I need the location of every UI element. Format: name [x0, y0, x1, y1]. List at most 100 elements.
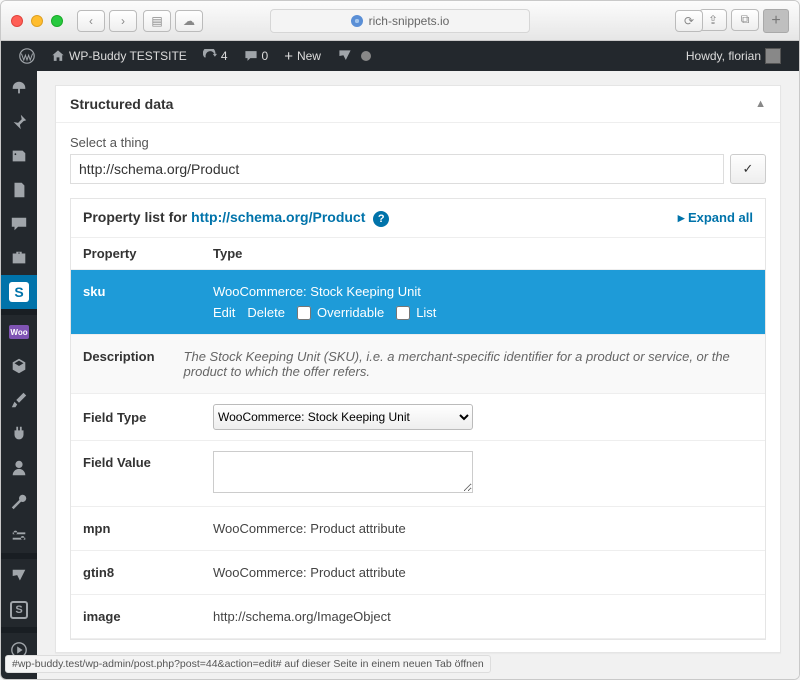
dashboard-icon	[10, 79, 28, 97]
property-list-header: Property list for http://schema.org/Prod…	[71, 199, 765, 238]
sidebar-item-users[interactable]	[1, 451, 37, 485]
field-type-select[interactable]: WooCommerce: Stock Keeping Unit	[213, 404, 473, 430]
delete-action[interactable]: Delete	[247, 305, 285, 320]
pages-icon	[10, 181, 28, 199]
sidebar-item-settings[interactable]	[1, 519, 37, 553]
briefcase-icon	[10, 249, 28, 267]
wp-logo[interactable]	[11, 41, 43, 71]
active-type-label: WooCommerce: Stock Keeping Unit	[213, 284, 753, 299]
sidebar-item-plugins[interactable]	[1, 417, 37, 451]
property-columns: Property Type	[71, 238, 765, 270]
edit-action[interactable]: Edit	[213, 305, 235, 320]
yoast-indicator[interactable]	[329, 41, 379, 71]
media-icon	[10, 147, 28, 165]
url-host: rich-snippets.io	[369, 14, 450, 28]
browser-titlebar: ‹ › ▤ ☁ rich-snippets.io ⟳ ⇪ ⧉ +	[1, 1, 799, 41]
property-type: http://schema.org/ImageObject	[213, 609, 753, 624]
tabs-button[interactable]: ⧉	[731, 9, 759, 31]
postbox-header[interactable]: Structured data ▲	[56, 86, 780, 123]
cloud-button[interactable]: ☁	[175, 10, 203, 32]
sidebar-item-cube[interactable]	[1, 349, 37, 383]
site-name-link[interactable]: WP-Buddy TESTSITE	[43, 41, 195, 71]
avatar	[765, 48, 781, 64]
field-type-row: Field Type WooCommerce: Stock Keeping Un…	[71, 394, 765, 441]
description-text: The Stock Keeping Unit (SKU), i.e. a mer…	[184, 349, 753, 379]
sidebar-item-media[interactable]	[1, 139, 37, 173]
sidebar-item-active-s[interactable]: S	[1, 275, 37, 309]
updates-count: 4	[221, 49, 228, 63]
my-account[interactable]: Howdy, florian	[678, 41, 789, 71]
description-label: Description	[83, 349, 184, 379]
description-row: Description The Stock Keeping Unit (SKU)…	[71, 335, 765, 394]
close-window-button[interactable]	[11, 15, 23, 27]
property-type: WooCommerce: Product attribute	[213, 521, 753, 536]
browser-status-bar: #wp-buddy.test/wp-admin/post.php?post=44…	[5, 655, 491, 673]
pin-icon	[10, 113, 28, 131]
back-button[interactable]: ‹	[77, 10, 105, 32]
active-property-name: sku	[83, 284, 213, 320]
woo-icon: Woo	[9, 325, 29, 339]
sidebar-item-comments[interactable]	[1, 207, 37, 241]
expand-all-button[interactable]: ▸ Expand all	[678, 210, 753, 226]
new-label: New	[297, 49, 321, 63]
main-content: Structured data ▲ Select a thing ✓	[37, 71, 799, 679]
plus-icon: +	[284, 48, 293, 65]
property-row[interactable]: gtin8WooCommerce: Product attribute	[71, 551, 765, 595]
sidebar-item-s2[interactable]: S	[1, 593, 37, 627]
field-type-label: Field Type	[83, 410, 213, 425]
users-icon	[10, 459, 28, 477]
caret-right-icon: ▸	[678, 210, 688, 225]
field-value-row: Field Value	[71, 441, 765, 507]
collapse-icon[interactable]: ▲	[755, 98, 766, 110]
settings-icon	[10, 527, 28, 545]
site-name: WP-Buddy TESTSITE	[69, 49, 187, 63]
address-bar[interactable]: rich-snippets.io	[270, 9, 530, 33]
sidebar-item-tools[interactable]	[1, 485, 37, 519]
schema-link[interactable]: http://schema.org/Product	[191, 209, 365, 225]
cube-icon	[10, 357, 28, 375]
minimize-window-button[interactable]	[31, 15, 43, 27]
updates-link[interactable]: 4	[195, 41, 236, 71]
globe-icon	[351, 15, 363, 27]
sidebar-item-pages[interactable]	[1, 173, 37, 207]
new-content-link[interactable]: + New	[276, 41, 329, 71]
select-thing-label: Select a thing	[70, 135, 766, 150]
zoom-window-button[interactable]	[51, 15, 63, 27]
property-list: Property list for http://schema.org/Prod…	[70, 198, 766, 640]
s2-icon: S	[10, 601, 28, 619]
wp-admin-sidebar: S Woo S	[1, 71, 37, 679]
property-name: mpn	[83, 521, 213, 536]
sidebar-item-y[interactable]	[1, 559, 37, 593]
sidebar-item-dashboard[interactable]	[1, 71, 37, 105]
sidebar-item-briefcase[interactable]	[1, 241, 37, 275]
col-property: Property	[83, 246, 213, 261]
list-checkbox[interactable]: List	[396, 305, 436, 320]
comments-count: 0	[262, 49, 269, 63]
property-row[interactable]: mpnWooCommerce: Product attribute	[71, 507, 765, 551]
property-row-active[interactable]: sku WooCommerce: Stock Keeping Unit Edit…	[71, 270, 765, 335]
wp-admin-bar: WP-Buddy TESTSITE 4 0 + New Howdy, flori…	[1, 41, 799, 71]
comments-link[interactable]: 0	[236, 41, 277, 71]
sidebar-item-woo[interactable]: Woo	[1, 315, 37, 349]
new-tab-button[interactable]: +	[763, 9, 789, 33]
active-s-icon: S	[9, 282, 29, 302]
col-type: Type	[213, 246, 242, 261]
sidebar-item-brush[interactable]	[1, 383, 37, 417]
property-row[interactable]: imagehttp://schema.org/ImageObject	[71, 595, 765, 639]
tools-icon	[10, 493, 28, 511]
check-icon: ✓	[743, 161, 754, 177]
overridable-checkbox[interactable]: Overridable	[297, 305, 384, 320]
sidebar-item-pin[interactable]	[1, 105, 37, 139]
sidebar-button[interactable]: ▤	[143, 10, 171, 32]
help-icon[interactable]: ?	[373, 211, 389, 227]
postbox-title: Structured data	[70, 96, 173, 112]
share-button[interactable]: ⇪	[699, 9, 727, 31]
seo-status-dot	[361, 51, 371, 61]
confirm-thing-button[interactable]: ✓	[730, 154, 766, 184]
field-value-textarea[interactable]	[213, 451, 473, 493]
reload-button[interactable]: ⟳	[675, 10, 703, 32]
thing-input[interactable]	[70, 154, 724, 184]
forward-button[interactable]: ›	[109, 10, 137, 32]
field-value-label: Field Value	[83, 451, 213, 470]
structured-data-postbox: Structured data ▲ Select a thing ✓	[55, 85, 781, 653]
